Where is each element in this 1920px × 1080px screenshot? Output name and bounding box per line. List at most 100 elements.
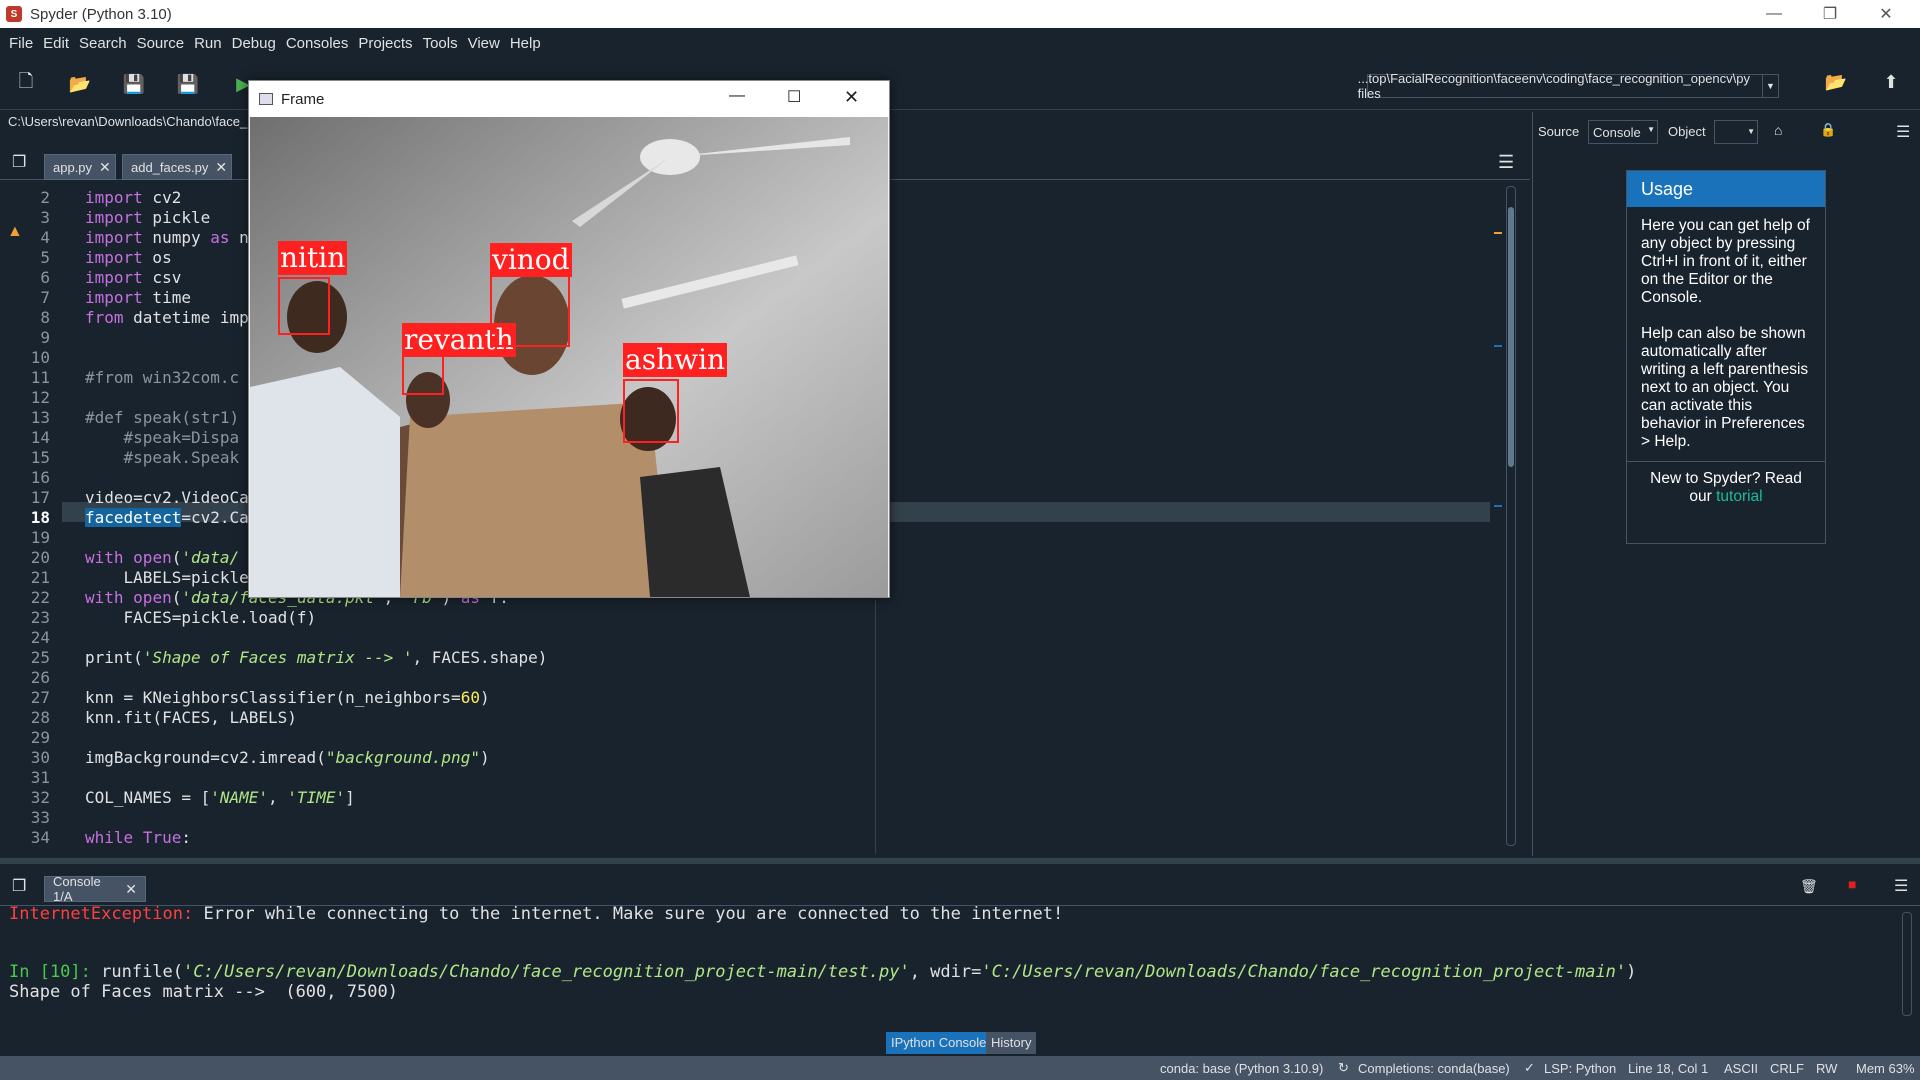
stop-kernel-icon[interactable]: ■ [1848,876,1856,892]
line-number: 12 [30,388,50,407]
code-line: import pickle [85,208,211,227]
status-env[interactable]: conda: base (Python 3.10.9) [1160,1061,1323,1076]
menu-source[interactable]: Source [132,35,190,52]
close-tab-icon[interactable]: ✕ [215,159,227,176]
close-tab-icon[interactable]: ✕ [99,159,111,176]
line-number: 23 [30,608,50,627]
console-prompt: In [10]: [9,962,91,982]
line-number: 3 [40,208,50,227]
frame-minimize-button[interactable]: — [729,87,745,105]
code-line: from datetime imp [85,308,249,327]
new-file-icon[interactable]: 🗋 [15,71,37,94]
editor-file-path: C:\Users\revan\Downloads\Chando\face_ [8,114,248,129]
scrollbar-thumb[interactable] [1508,207,1514,467]
save-icon[interactable]: 💾 [123,74,145,94]
menu-file[interactable]: File [4,35,38,52]
console-scrollbar[interactable] [1902,912,1912,1016]
chevron-down-icon: ▼ [1647,125,1655,134]
status-permissions: RW [1816,1061,1838,1076]
source-select[interactable]: Console ▼ [1588,120,1658,144]
object-label: Object [1668,124,1706,139]
save-all-icon[interactable]: 💾 [177,74,199,94]
browse-folder-icon[interactable]: 📂 [1825,72,1847,92]
line-number: 24 [30,628,50,647]
scroll-marker [1494,345,1502,347]
frame-title: Frame [281,90,325,108]
code-line: LABELS=pickle [85,568,249,587]
tab-app-py[interactable]: app.py ✕ [44,154,116,180]
tab-ipython-console[interactable]: IPython Console [886,1032,992,1054]
line-number: 13 [30,408,50,427]
editor-options-icon[interactable]: ☰ [1498,152,1514,173]
pane-splitter[interactable] [0,858,1920,864]
frame-window[interactable]: Frame — ☐ ✕ nitin revanth vinod ashwin [248,80,890,598]
title-bar: S Spyder (Python 3.10) — ❐ ✕ [0,0,1920,28]
line-number: 10 [30,348,50,367]
code-line: #speak.Speak [85,448,240,467]
warning-icon[interactable]: ▲ [7,223,23,241]
tab-history[interactable]: History [986,1032,1037,1054]
line-number: 16 [30,468,50,487]
frame-close-button[interactable]: ✕ [844,87,859,108]
parent-directory-icon[interactable]: ⬆ [1880,72,1902,92]
tab-console-1a[interactable]: Console 1/A ✕ [44,874,146,904]
line-number: 18 [30,508,50,527]
chevron-down-icon[interactable]: ▼ [1762,75,1778,97]
menu-view[interactable]: View [463,35,505,52]
code-line: #from win32com.c [85,368,240,387]
help-options-icon[interactable]: ☰ [1896,122,1910,142]
console-cmd-c: ) [1626,962,1637,982]
close-tab-icon[interactable]: ✕ [125,881,137,898]
frame-title-bar[interactable]: Frame — ☐ ✕ [249,81,889,117]
line-number: 5 [40,248,50,267]
code-line: while True: [85,828,191,847]
status-encoding: ASCII [1724,1061,1758,1076]
menu-search[interactable]: Search [74,35,132,52]
tab-label: app.py [53,159,93,175]
open-file-icon[interactable]: 📂 [69,74,91,94]
code-line: import numpy as n [85,228,249,247]
close-button[interactable]: ✕ [1858,0,1914,28]
lock-icon[interactable]: 🔒 [1820,122,1836,138]
cursor-marker [1494,505,1502,507]
code-line: facedetect=cv2.Ca [85,508,249,527]
menu-projects[interactable]: Projects [353,35,417,52]
clear-console-icon[interactable]: 🗑 [1800,878,1818,895]
console-error-text: Error while connecting to the internet. … [193,904,1064,924]
home-icon[interactable]: ⌂ [1774,122,1782,138]
code-line: import cv2 [85,188,182,207]
status-cursor-position: Line 18, Col 1 [1628,1061,1709,1076]
spyder-logo-icon: S [6,6,22,22]
menu-edit[interactable]: Edit [38,35,74,52]
object-input[interactable]: ▼ [1714,120,1758,144]
browse-tabs-icon[interactable]: ❐ [12,152,26,172]
working-directory-combo[interactable]: ...top\FacialRecognition\faceenv\coding\… [1358,71,1779,101]
minimize-button[interactable]: — [1746,0,1802,28]
tab-add-faces-py[interactable]: add_faces.py ✕ [122,154,232,180]
menu-consoles[interactable]: Consoles [281,35,354,52]
chevron-down-icon: ▼ [1747,127,1755,136]
browse-tabs-icon[interactable]: ❐ [12,876,26,896]
ipython-console[interactable]: InternetException: Error while connectin… [0,904,1920,1026]
menu-help[interactable]: Help [505,35,546,52]
source-select-value: Console [1593,125,1641,140]
console-options-icon[interactable]: ☰ [1894,876,1908,896]
frame-maximize-button[interactable]: ☐ [787,87,801,107]
source-label: Source [1538,124,1580,139]
status-eol: CRLF [1770,1061,1804,1076]
code-line: knn = KNeighborsClassifier(n_neighbors=6… [85,688,490,707]
line-number: 32 [30,788,50,807]
editor-scrollbar[interactable] [1506,186,1516,846]
menu-debug[interactable]: Debug [227,35,281,52]
face-label-vinod: vinod [490,243,572,277]
maximize-button[interactable]: ❐ [1802,0,1858,28]
tutorial-link[interactable]: tutorial [1716,488,1763,505]
menu-bar: File Edit Search Source Run Debug Consol… [0,28,1920,58]
tab-label: Console 1/A [53,874,101,904]
status-completions[interactable]: Completions: conda(base) [1358,1061,1510,1076]
menu-tools[interactable]: Tools [418,35,463,52]
code-line: import csv [85,268,182,287]
status-lsp[interactable]: LSP: Python [1544,1061,1616,1076]
menu-run[interactable]: Run [189,35,227,52]
line-number: 11 [30,368,50,387]
